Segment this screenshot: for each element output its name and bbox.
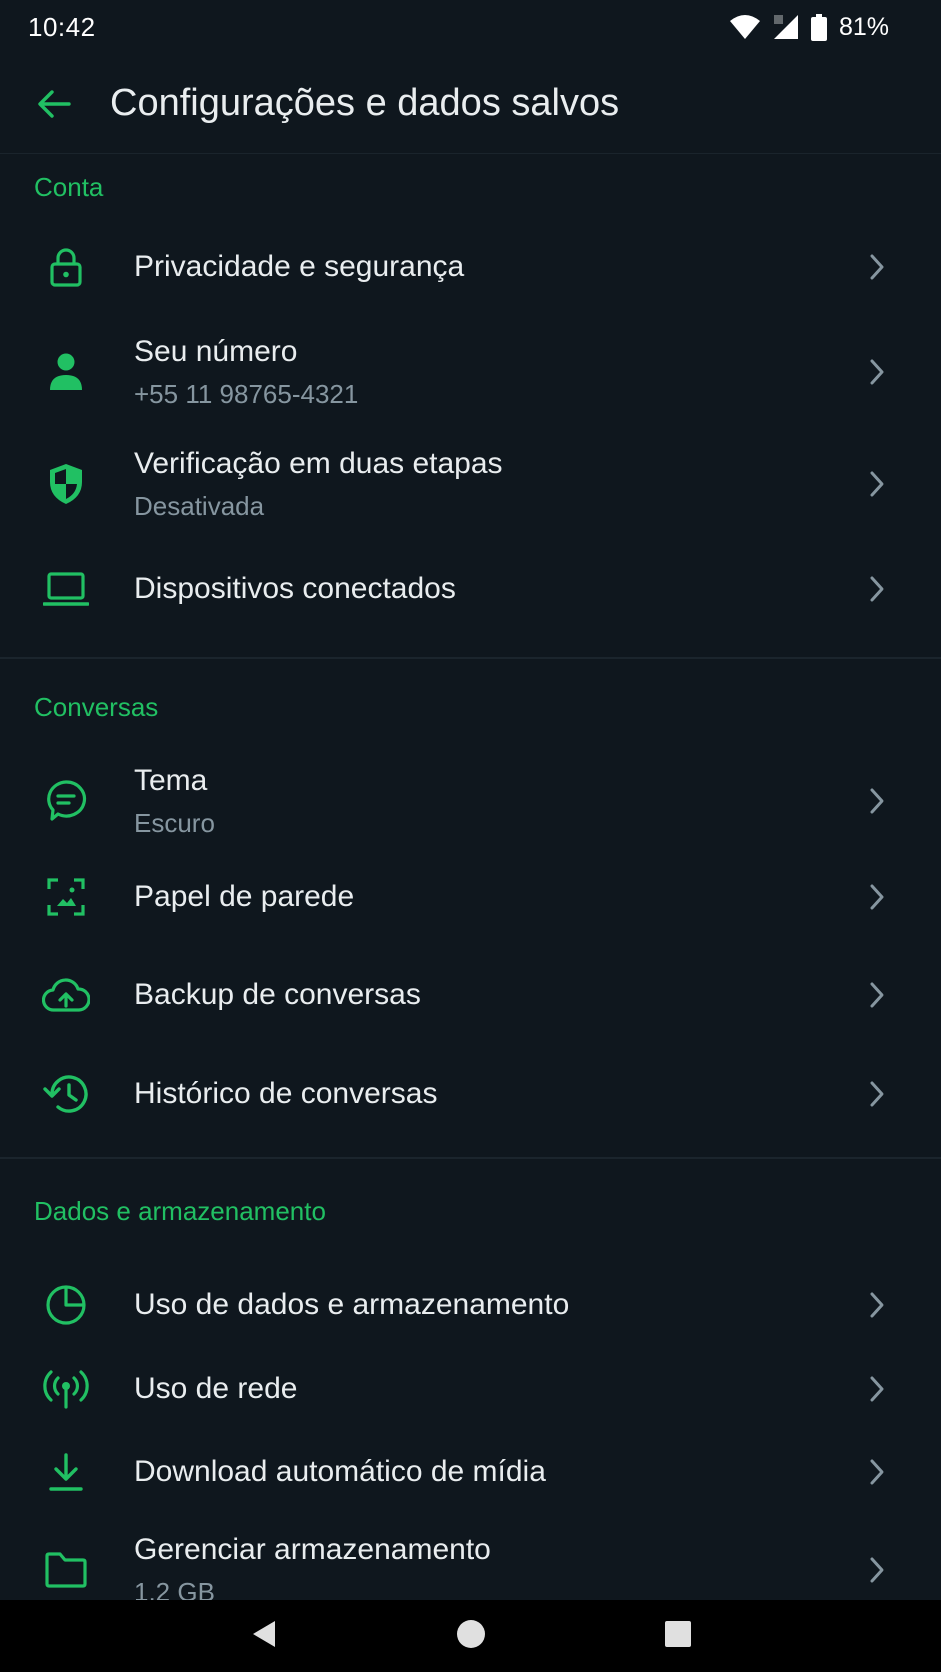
nav-home-button[interactable]: [441, 1606, 501, 1666]
person-icon: [0, 352, 134, 392]
row-title: Tema: [134, 763, 208, 797]
row-title: Histórico de conversas: [134, 1077, 438, 1110]
row-title: Verificação em duas etapas: [134, 446, 503, 480]
row-subtitle: Escuro: [134, 807, 215, 838]
nav-recents-button[interactable]: [648, 1606, 708, 1666]
cloud-upload-icon: [0, 977, 134, 1013]
row-title: Download automático de mídia: [134, 1455, 546, 1488]
home-circle-icon: [456, 1619, 486, 1654]
shield-icon: [0, 462, 134, 506]
chevron-right-icon: [825, 883, 885, 911]
pie-chart-icon: [0, 1284, 134, 1326]
chevron-right-icon: [825, 1080, 885, 1108]
chat-bubble-icon: [0, 779, 134, 823]
laptop-icon: [0, 571, 134, 607]
section-conversas: Conversas Tema Escuro Papel de parede Ba…: [0, 659, 941, 1159]
section-header-dados: Dados e armazenamento: [34, 1196, 326, 1226]
chevron-right-icon: [825, 787, 885, 815]
chevron-right-icon: [825, 470, 885, 498]
recents-square-icon: [664, 1620, 692, 1653]
page-title: Configurações e dados salvos: [110, 82, 620, 124]
section-header-conversas: Conversas: [34, 692, 159, 722]
row-title: Dispositivos conectados: [134, 572, 456, 605]
wallpaper-icon: [0, 877, 134, 917]
section-dados: Dados e armazenamento Uso de dados e arm…: [0, 1159, 941, 1627]
row-backup[interactable]: Backup de conversas: [0, 947, 941, 1043]
section-conta: Conta Privacidade e segurança Seu número…: [0, 155, 941, 659]
row-subtitle: +55 11 98765-4321: [134, 378, 359, 409]
row-title: Uso de dados e armazenamento: [134, 1288, 570, 1321]
row-download-automatico[interactable]: Download automático de mídia: [0, 1431, 941, 1513]
chevron-right-icon: [825, 1291, 885, 1319]
arrow-left-icon: [37, 89, 71, 118]
download-icon: [0, 1452, 134, 1492]
chevron-right-icon: [825, 358, 885, 386]
battery-percentage: 81%: [838, 12, 889, 41]
status-time: 10:42: [28, 11, 96, 42]
history-icon: [0, 1073, 134, 1115]
row-title: Privacidade e segurança: [134, 250, 465, 283]
status-bar: 10:42 81%: [0, 0, 941, 54]
row-verificacao[interactable]: Verificação em duas etapas Desativada: [0, 429, 941, 539]
antenna-icon: [0, 1369, 134, 1409]
row-title: Seu número: [134, 334, 298, 368]
settings-list: Conta Privacidade e segurança Seu número…: [0, 155, 941, 1627]
row-historico[interactable]: Histórico de conversas: [0, 1043, 941, 1145]
chevron-right-icon: [825, 981, 885, 1009]
row-privacidade[interactable]: Privacidade e segurança: [0, 219, 941, 315]
back-button[interactable]: [0, 54, 110, 154]
chevron-right-icon: [825, 575, 885, 603]
row-title: Backup de conversas: [134, 978, 421, 1011]
row-uso-de-dados[interactable]: Uso de dados e armazenamento: [0, 1263, 941, 1347]
signal-icon: [773, 14, 799, 40]
app-bar: Configurações e dados salvos: [0, 54, 941, 154]
row-tema[interactable]: Tema Escuro: [0, 755, 941, 847]
section-header-conta: Conta: [34, 172, 104, 202]
row-uso-de-rede[interactable]: Uso de rede: [0, 1347, 941, 1431]
row-subtitle: Desativada: [134, 490, 265, 521]
row-title: Papel de parede: [134, 880, 355, 913]
back-triangle-icon: [251, 1619, 277, 1654]
lock-icon: [0, 247, 134, 287]
chevron-right-icon: [825, 253, 885, 281]
battery-icon: [810, 13, 827, 41]
row-papel-de-parede[interactable]: Papel de parede: [0, 847, 941, 947]
wifi-icon: [729, 14, 761, 40]
row-title: Gerenciar armazenamento: [134, 1532, 491, 1566]
row-seu-numero[interactable]: Seu número +55 11 98765-4321: [0, 315, 941, 429]
settings-screen: 10:42 81% Configurações e dados salvos C…: [0, 0, 941, 1672]
folder-icon: [0, 1551, 134, 1589]
row-title: Uso de rede: [134, 1372, 298, 1405]
nav-back-button[interactable]: [234, 1606, 294, 1666]
chevron-right-icon: [825, 1556, 885, 1584]
chevron-right-icon: [825, 1458, 885, 1486]
chevron-right-icon: [825, 1375, 885, 1403]
row-dispositivos[interactable]: Dispositivos conectados: [0, 539, 941, 639]
system-nav-bar: [0, 1600, 941, 1672]
status-icons: 81%: [729, 13, 889, 42]
